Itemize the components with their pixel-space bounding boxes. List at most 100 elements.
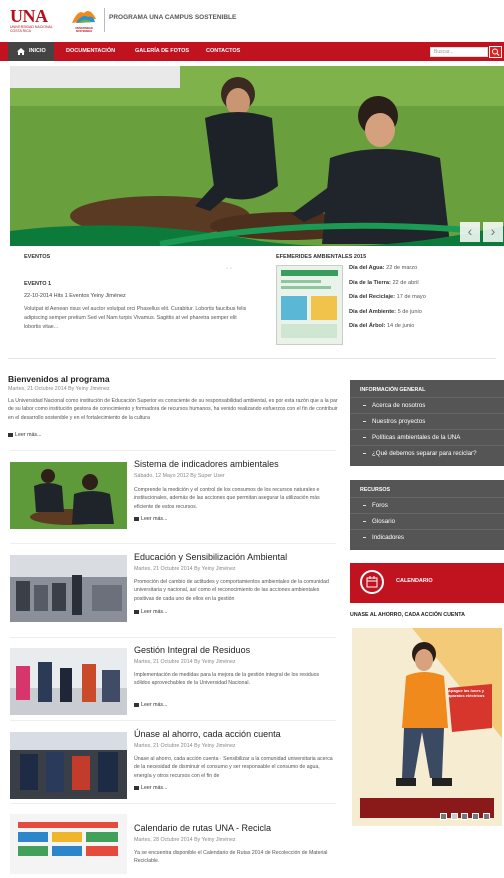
read-more-label: Leer más... (141, 516, 168, 522)
event-meta: 22-10-2014 Hits 1 Eventos Yeiny Jiménez (24, 293, 126, 299)
una-logo-text: UNA (10, 6, 48, 26)
efemerides-image[interactable] (276, 265, 343, 345)
events-heading: EVENTOS (24, 254, 51, 260)
sidebar-item-label: ¿Qué debemos separar para reciclar? (372, 450, 477, 457)
bullet-icon (363, 521, 366, 522)
sidebar-item-reciclar[interactable]: ¿Qué debemos separar para reciclar? (350, 445, 504, 461)
article-image[interactable] (10, 648, 127, 715)
list-item: Día del Agua: 22 de marzo (349, 264, 499, 279)
campus-sostenible-logo[interactable]: UNIVERSIDAD SOSTENIBLE (68, 5, 100, 35)
welcome-read-more[interactable]: Leer más... (8, 432, 42, 438)
bullet-icon (363, 537, 366, 538)
search-input[interactable]: Buscar... (430, 47, 488, 57)
nav-item-galeria[interactable]: GALERÍA DE FOTOS (135, 42, 189, 61)
header-divider (104, 8, 105, 32)
article-separator (10, 720, 336, 721)
article-read-more[interactable]: Leer más... (134, 609, 168, 615)
site-header: UNA UNIVERSIDAD NACIONAL COSTA RICA UNIV… (0, 0, 504, 40)
article-title[interactable]: Únase al ahorro, cada acción cuenta (134, 729, 281, 739)
sidebar-item-label: Foros (372, 502, 388, 509)
ahorro-poster[interactable]: Apague las luces y aparatos eléctricos (352, 628, 502, 826)
nav-item-contactos[interactable]: CONTACTOS (206, 42, 240, 61)
bullet-icon (363, 505, 366, 506)
article-image[interactable] (10, 732, 127, 799)
poster-text: Apague las luces y aparatos eléctricos (448, 688, 485, 698)
efemerides-heading: EFEMERIDES AMBIENTALES 2015 (276, 254, 367, 260)
read-more-label: Leer más... (15, 432, 42, 438)
search-button[interactable] (489, 46, 502, 58)
una-logo[interactable]: UNA UNIVERSIDAD NACIONAL COSTA RICA (10, 7, 62, 33)
slider-prev-button[interactable]: ‹ (460, 222, 480, 242)
article-image[interactable] (10, 555, 127, 622)
sidebar-item-label: Políticas ambientales de la UNA (372, 434, 461, 441)
efemeride-name: Día del Reciclaje: (349, 294, 396, 300)
bullet-icon (363, 437, 366, 438)
pager-dot[interactable] (472, 813, 480, 820)
read-more-label: Leer más... (141, 702, 168, 708)
read-more-label: Leer más... (141, 609, 168, 615)
welcome-title[interactable]: Bienvenidos al programa (8, 374, 110, 384)
read-more-icon (134, 785, 139, 790)
article-read-more[interactable]: Leer más... (134, 785, 168, 791)
sidebar-item-acerca[interactable]: Acerca de nosotros (350, 397, 504, 413)
article-image[interactable] (10, 462, 127, 529)
article-text: Únase al ahorro, cada acción cuenta · Se… (134, 756, 333, 779)
efemeride-name: Día de la Tierra: (349, 279, 391, 286)
efemeride-name: Día del Árbol: (349, 323, 386, 329)
bullet-icon (363, 421, 366, 422)
nav-item-inicio[interactable]: INICIO (8, 42, 54, 61)
poster-pager[interactable] (440, 813, 492, 822)
article-meta: Sábado, 12 Mayo 2012 By Super User (134, 473, 225, 479)
article-title[interactable]: Gestión Integral de Residuos (134, 645, 250, 655)
sidebar-item-glosario[interactable]: Glosario (350, 513, 504, 529)
read-more-icon (134, 609, 139, 614)
article-title[interactable]: Educación y Sensibilización Ambiental (134, 552, 287, 562)
bullet-icon (363, 453, 366, 454)
article-text: Comprende la medición y el control de lo… (134, 487, 320, 510)
article-read-more[interactable]: Leer más... (134, 702, 168, 708)
calendar-label: CALENDARIO (396, 578, 433, 584)
sidebar-item-foros[interactable]: Foros (350, 497, 504, 513)
slider-next-button[interactable]: › (483, 222, 503, 242)
efemeride-date: 22 de marzo (386, 265, 418, 271)
main-nav: INICIO DOCUMENTACIÓN GALERÍA DE FOTOS CO… (0, 42, 504, 61)
pager-dot[interactable] (440, 813, 447, 820)
article-read-more[interactable]: Leer más... (134, 516, 168, 522)
list-item: Día del Ambiente: 5 de junio (349, 308, 499, 323)
efemerides-list: Día del Agua: 22 de marzo Día de la Tier… (349, 264, 499, 337)
read-more-icon (134, 702, 139, 707)
sidebar-item-label: Glosario (372, 518, 396, 525)
hero-slider[interactable] (10, 66, 504, 246)
events-prev-icon[interactable]: ◦ (226, 266, 228, 272)
home-icon (17, 48, 25, 55)
article-title[interactable]: Sistema de indicadores ambientales (134, 459, 279, 469)
article-image[interactable] (10, 814, 127, 874)
pager-dot[interactable] (482, 813, 490, 820)
read-more-icon (8, 432, 13, 437)
ahorro-heading: UNASE AL AHORRO, CADA ACCIÓN CUENTA (350, 612, 465, 618)
list-item: Día del Árbol: 14 de junio (349, 322, 499, 337)
article-text: Ya se encuentra disponible el Calendario… (134, 850, 328, 865)
sidebar-item-label: Acerca de nosotros (372, 402, 426, 409)
campus-logo-text: UNIVERSIDAD SOSTENIBLE (75, 27, 93, 33)
search-icon (492, 48, 500, 56)
nav-item-documentacion[interactable]: DOCUMENTACIÓN (66, 42, 115, 61)
sidebar-item-indicadores[interactable]: Indicadores (350, 529, 504, 545)
sidebar-item-politicas[interactable]: Políticas ambientales de la UNA (350, 429, 504, 445)
sidebar-item-label: Nuestros proyectos (372, 418, 426, 425)
calendar-banner[interactable]: CALENDARIO (350, 563, 504, 603)
pager-dot[interactable] (450, 813, 458, 820)
sidebar-item-proyectos[interactable]: Nuestros proyectos (350, 413, 504, 429)
event-title[interactable]: EVENTO 1 (24, 281, 51, 287)
events-pager[interactable]: ◦ ◦ (226, 266, 232, 272)
sidebar-info-heading: INFORMACIÓN GENERAL (360, 387, 426, 393)
read-more-label: Leer más... (141, 785, 168, 791)
article-meta: Martes, 21 Octubre 2014 By Yeiny Jiménez (134, 659, 236, 665)
pager-dot[interactable] (461, 813, 469, 820)
events-next-icon[interactable]: ◦ (230, 266, 232, 272)
article-title[interactable]: Calendario de rutas UNA - Recicla (134, 823, 271, 833)
read-more-icon (134, 516, 139, 521)
sidebar-resources-box: RECURSOS Foros Glosario Indicadores (350, 480, 504, 550)
una-logo-sub: UNIVERSIDAD NACIONAL COSTA RICA (10, 25, 53, 33)
efemeride-name: Día del Agua: (349, 265, 385, 271)
